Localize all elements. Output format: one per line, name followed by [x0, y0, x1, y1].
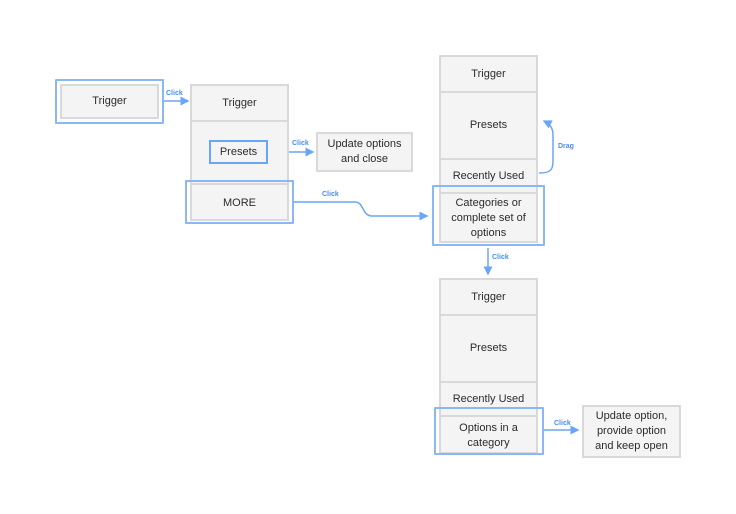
click-label: Click — [554, 420, 571, 427]
click-label: Click — [492, 254, 509, 261]
stage4-result: Update option, provide option and keep o… — [582, 405, 681, 458]
highlight-more — [185, 180, 294, 224]
arrow-more-to-categories — [294, 201, 429, 221]
click-label: Click — [292, 140, 309, 147]
click-label: Click — [322, 191, 339, 198]
stage4-trigger[interactable]: Trigger — [441, 280, 536, 314]
highlight-trigger — [55, 79, 164, 124]
stage2-trigger[interactable]: Trigger — [192, 86, 287, 120]
stage4-presets[interactable]: Presets — [441, 314, 536, 381]
stage3-trigger[interactable]: Trigger — [441, 57, 536, 91]
stage3-presets[interactable]: Presets — [441, 91, 536, 158]
click-label: Click — [166, 90, 183, 97]
highlight-options — [434, 407, 544, 455]
stage2-presets[interactable]: Presets — [209, 140, 268, 164]
highlight-categories — [432, 185, 545, 246]
drag-label: Drag — [558, 143, 574, 150]
stage2-result: Update options and close — [316, 132, 413, 172]
arrow-drag-recent-to-presets — [538, 120, 554, 174]
